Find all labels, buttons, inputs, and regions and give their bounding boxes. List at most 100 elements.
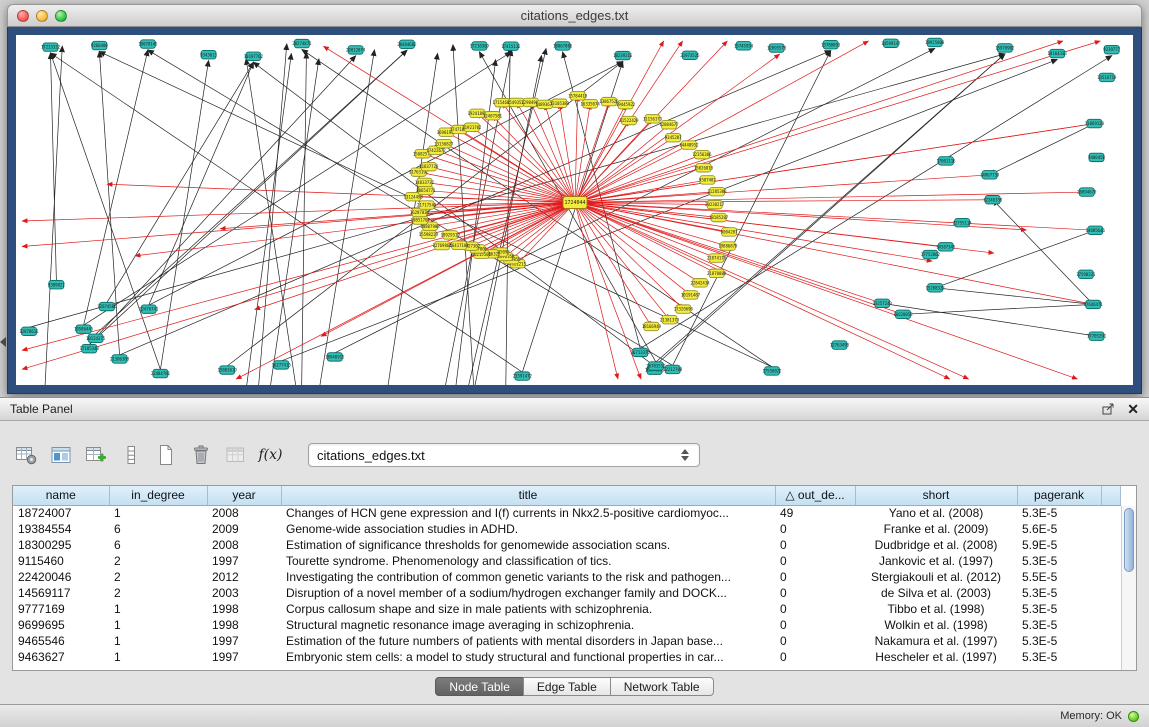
table-cell[interactable]: 1	[109, 633, 207, 649]
window-titlebar[interactable]: citations_edges.txt	[7, 4, 1142, 27]
attribute-table[interactable]: namein_degreeyeartitle△ out_de...shortpa…	[13, 486, 1121, 665]
table-cell[interactable]: Changes of HCN gene expression and I(f) …	[281, 505, 775, 521]
table-cell[interactable]: 1997	[207, 633, 281, 649]
table-cell[interactable]: 9465546	[13, 633, 109, 649]
table-cell[interactable]: Wolkin et al. (1998)	[855, 617, 1017, 633]
graph-edge[interactable]	[247, 54, 292, 385]
graph-edge[interactable]	[84, 50, 148, 325]
table-cell[interactable]: Corpus callosum shape and size in male p…	[281, 601, 775, 617]
table-cell[interactable]: 0	[775, 585, 855, 601]
column-header-in_degree[interactable]: in_degree	[109, 486, 207, 505]
table-cell[interactable]: 0	[775, 553, 855, 569]
graph-edge[interactable]	[436, 150, 575, 202]
graph-edge[interactable]	[491, 203, 575, 254]
table-mode-icon[interactable]	[12, 442, 39, 469]
graph-edge[interactable]	[935, 288, 1093, 305]
table-rows-icon[interactable]	[117, 442, 144, 469]
graph-edge[interactable]	[903, 304, 1093, 314]
table-row[interactable]: 969969511998Structural magnetic resonanc…	[13, 617, 1121, 633]
table-cell[interactable]: Genome-wide association studies in ADHD.	[281, 521, 775, 537]
column-header-title[interactable]: title	[281, 486, 775, 505]
table-cell[interactable]: 0	[775, 633, 855, 649]
graph-edge[interactable]	[302, 50, 772, 367]
table-cell[interactable]: 0	[775, 601, 855, 617]
panel-collapse-arrow-icon[interactable]	[0, 337, 6, 347]
table-row[interactable]: 1830029562008Estimation of significance …	[13, 537, 1121, 553]
table-cell[interactable]: 5.3E-5	[1017, 633, 1101, 649]
table-cell[interactable]: 9115460	[13, 553, 109, 569]
graph-edge[interactable]	[575, 102, 609, 203]
graph-edge[interactable]	[135, 203, 575, 256]
table-row[interactable]: 1456911722003Disruption of a novel membe…	[13, 585, 1121, 601]
tab-network-table[interactable]: Network Table	[610, 677, 714, 696]
table-cell[interactable]: 5.3E-5	[1017, 585, 1101, 601]
table-cell[interactable]: 14569117	[13, 585, 109, 601]
table-cell[interactable]: 2008	[207, 505, 281, 521]
graph-edge[interactable]	[84, 52, 511, 325]
tab-node-table[interactable]: Node Table	[435, 677, 524, 696]
table-cell[interactable]: 6	[109, 537, 207, 553]
graph-edge[interactable]	[472, 127, 575, 202]
table-cell[interactable]: 18724007	[13, 505, 109, 521]
table-cell[interactable]: Tibbo et al. (1998)	[855, 601, 1017, 617]
graph-edge[interactable]	[107, 62, 253, 302]
table-cell[interactable]: Embryonic stem cells: a model to study s…	[281, 649, 775, 665]
table-row[interactable]: 946554611997Estimation of the future num…	[13, 633, 1121, 649]
table-cell[interactable]: 49	[775, 505, 855, 521]
table-cell[interactable]: 22420046	[13, 569, 109, 585]
table-cell[interactable]: 0	[775, 537, 855, 553]
network-canvas[interactable]: 1723332292604001907014593436131019776220…	[16, 35, 1133, 385]
graph-edge[interactable]	[477, 113, 575, 202]
tab-edge-table[interactable]: Edge Table	[523, 677, 611, 696]
table-cell[interactable]: 5.5E-5	[1017, 569, 1101, 585]
table-cell[interactable]: de Silva et al. (2003)	[855, 585, 1017, 601]
graph-edge[interactable]	[575, 203, 1093, 305]
vertical-scrollbar[interactable]	[1121, 506, 1136, 670]
table-cell[interactable]: 0	[775, 649, 855, 665]
table-cell[interactable]: 2009	[207, 521, 281, 537]
table-cell[interactable]: 5.3E-5	[1017, 505, 1101, 521]
graph-edge[interactable]	[560, 103, 575, 202]
table-selector-combo[interactable]: citations_edges.txt	[308, 443, 700, 467]
table-cell[interactable]: Estimation of the future numbers of pati…	[281, 633, 775, 649]
table-cell[interactable]: 1997	[207, 553, 281, 569]
table-row[interactable]: 946362711997Embryonic stem cells: a mode…	[13, 649, 1121, 665]
column-header-name[interactable]: name	[13, 486, 109, 505]
column-header-year[interactable]: year	[207, 486, 281, 505]
table-cell[interactable]: Jankovic et al. (1997)	[855, 553, 1017, 569]
table-cell[interactable]: 0	[775, 569, 855, 585]
table-cell[interactable]: 1	[109, 505, 207, 521]
table-cell[interactable]: 5.3E-5	[1017, 601, 1101, 617]
graph-edge[interactable]	[545, 104, 575, 202]
graph-edge[interactable]	[22, 203, 575, 370]
table-cell[interactable]: Hescheler et al. (1997)	[855, 649, 1017, 665]
graph-edge[interactable]	[531, 102, 575, 202]
table-row[interactable]: 2242004622012Investigating the contribut…	[13, 569, 1121, 585]
graph-edge[interactable]	[575, 203, 932, 262]
table-cell[interactable]: 2	[109, 585, 207, 601]
graph-edge[interactable]	[575, 203, 683, 310]
graph-edge[interactable]	[935, 230, 1095, 288]
table-row[interactable]: 1872400712008Changes of HCN gene express…	[13, 505, 1121, 521]
graph-edge[interactable]	[302, 53, 307, 385]
float-panel-icon[interactable]	[1102, 403, 1115, 416]
table-cell[interactable]: 0	[775, 617, 855, 633]
graph-edge[interactable]	[320, 50, 375, 385]
table-cell[interactable]: 5.3E-5	[1017, 617, 1101, 633]
new-table-icon[interactable]	[152, 442, 179, 469]
table-cell[interactable]: 1998	[207, 601, 281, 617]
import-table-icon[interactable]	[222, 442, 249, 469]
table-cell[interactable]: 1	[109, 649, 207, 665]
table-cell[interactable]: Stergiakouli et al. (2012)	[855, 569, 1017, 585]
table-cell[interactable]: 6	[109, 521, 207, 537]
column-header-short[interactable]: short	[855, 486, 1017, 505]
table-cell[interactable]: 2008	[207, 537, 281, 553]
close-panel-icon[interactable]: ✕	[1127, 402, 1139, 416]
create-column-icon[interactable]	[82, 442, 109, 469]
table-cell[interactable]: 9777169	[13, 601, 109, 617]
graph-edge[interactable]	[673, 51, 831, 366]
table-cell[interactable]: Yano et al. (2008)	[855, 505, 1017, 521]
table-cell[interactable]: 1	[109, 601, 207, 617]
table-cell[interactable]: 2012	[207, 569, 281, 585]
table-cell[interactable]: 1	[109, 617, 207, 633]
